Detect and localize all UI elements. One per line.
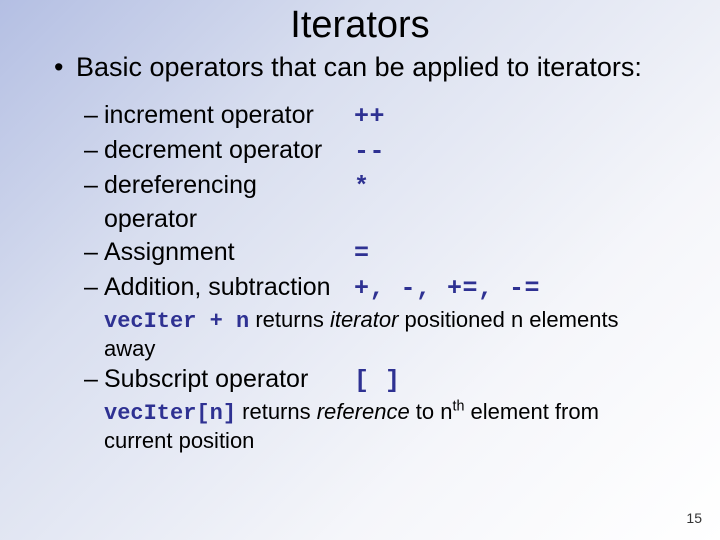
op-row-dereference: – dereferencing operator * xyxy=(84,169,690,237)
op-label: Subscript operator xyxy=(104,363,354,397)
op-label: Assignment xyxy=(104,236,354,270)
slide-content: Basic operators that can be applied to i… xyxy=(0,51,720,455)
op-row-subscript: – Subscript operator [ ] xyxy=(84,363,690,398)
op-symbol: [ ] xyxy=(354,364,690,398)
op-row-assignment: – Assignment = xyxy=(84,236,690,271)
op-symbol: +, -, +=, -= xyxy=(354,272,690,306)
dash-icon: – xyxy=(84,169,104,203)
op-symbol: * xyxy=(354,170,690,204)
dash-icon: – xyxy=(84,134,104,168)
dash-icon: – xyxy=(84,363,104,397)
code-span: vecIter[n] xyxy=(104,401,236,426)
operator-list: – increment operator ++ – decrement oper… xyxy=(84,99,690,454)
desc-text: returns xyxy=(236,399,317,424)
dash-icon: – xyxy=(84,236,104,270)
op-label: decrement operator xyxy=(104,134,354,168)
page-number: 15 xyxy=(686,510,702,526)
op-symbol: ++ xyxy=(354,100,690,134)
slide-title: Iterators xyxy=(0,0,720,47)
dash-icon: – xyxy=(84,99,104,133)
addition-description: vecIter + n returns iterator positioned … xyxy=(104,306,690,363)
op-label: dereferencing operator xyxy=(104,169,354,237)
op-label: Addition, subtraction xyxy=(104,271,354,305)
subscript-description: vecIter[n] returns reference to nth elem… xyxy=(104,398,690,455)
desc-text: returns xyxy=(249,307,330,332)
desc-text: to n xyxy=(410,399,453,424)
op-symbol: -- xyxy=(354,135,690,169)
intro-bullet: Basic operators that can be applied to i… xyxy=(54,51,690,83)
desc-italic: iterator xyxy=(330,307,398,332)
desc-italic: reference xyxy=(317,399,410,424)
op-row-increment: – increment operator ++ xyxy=(84,99,690,134)
op-symbol: = xyxy=(354,237,690,271)
code-span: vecIter + n xyxy=(104,309,249,334)
op-row-addition: – Addition, subtraction +, -, +=, -= xyxy=(84,271,690,306)
slide: Iterators Basic operators that can be ap… xyxy=(0,0,720,540)
op-row-decrement: – decrement operator -- xyxy=(84,134,690,169)
superscript: th xyxy=(453,398,465,414)
op-label: increment operator xyxy=(104,99,354,133)
dash-icon: – xyxy=(84,271,104,305)
